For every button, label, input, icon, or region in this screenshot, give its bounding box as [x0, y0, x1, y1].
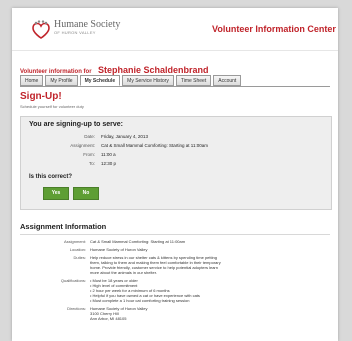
- assignment-heading: Assignment Information: [20, 222, 107, 231]
- center-title: Volunteer Information Center: [212, 24, 336, 34]
- detail-label: Date:: [84, 134, 95, 139]
- tab-account[interactable]: Account: [213, 75, 242, 86]
- tab-time-sheet[interactable]: Time Sheet: [175, 75, 212, 86]
- page-title: Sign-Up!: [20, 91, 62, 102]
- volunteer-name: Stephanie Schaldenbrand: [98, 65, 209, 75]
- detail-row-to: To: 12:30 p: [21, 161, 331, 169]
- detail-value: 11:00 a: [101, 152, 116, 157]
- duties-line: more about the animals in our shelter.: [90, 270, 157, 275]
- confirm-question: Is this correct?: [29, 174, 73, 180]
- tab-my-profile[interactable]: My Profile: [45, 75, 78, 86]
- detail-row-from: From: 11:00 a: [21, 152, 331, 160]
- directions-label: Directions:: [67, 306, 86, 311]
- assignment-label: Assignment:: [63, 239, 86, 244]
- qualifications-label: Qualifications:: [60, 278, 86, 283]
- assignment-divider: [20, 234, 330, 235]
- location-label: Location:: [69, 247, 86, 252]
- detail-value: Friday, January 4, 2013: [101, 134, 148, 139]
- qualification-item: • Must complete a 1 hour cat comforting …: [90, 298, 190, 303]
- tab-my-schedule[interactable]: My Schedule: [79, 75, 121, 86]
- paw-heart-logo-icon: [32, 20, 50, 39]
- no-button[interactable]: No: [73, 187, 99, 200]
- detail-row-assignment: Assignment: Cat & Small Mammal Comfortin…: [21, 143, 331, 151]
- detail-value: 12:30 p: [101, 161, 117, 166]
- detail-row-date: Date: Friday, January 4, 2013: [21, 134, 331, 142]
- detail-label: Assignment:: [70, 143, 95, 148]
- main-tabs: Home My Profile My Schedule My Service H…: [20, 75, 242, 86]
- confirmation-heading: You are signing-up to serve:: [29, 121, 123, 128]
- detail-value: Cat & Small Mammal Comforting: Starting …: [101, 143, 208, 148]
- tab-home[interactable]: Home: [20, 75, 44, 86]
- org-name: Humane Society: [54, 19, 121, 30]
- tab-divider: [20, 86, 330, 87]
- duties-label: Duties:: [73, 255, 86, 260]
- org-subtitle: OF HURON VALLEY: [54, 30, 96, 35]
- tab-my-service-history[interactable]: My Service History: [122, 75, 174, 86]
- detail-label: To:: [88, 161, 95, 166]
- page: Humane Society OF HURON VALLEY Volunteer…: [12, 8, 338, 341]
- page-subtitle: Schedule yourself for volunteer duty: [20, 104, 84, 109]
- site-header: Humane Society OF HURON VALLEY Volunteer…: [12, 8, 338, 51]
- detail-label: From:: [83, 152, 95, 157]
- confirmation-panel: You are signing-up to serve: Date: Frida…: [20, 116, 332, 210]
- yes-button[interactable]: Yes: [43, 187, 69, 200]
- assignment-value: Cat & Small Mammal Comforting: Starting …: [90, 239, 186, 244]
- directions-line: Ann Arbor, MI 48105: [90, 316, 127, 321]
- location-value: Humane Society of Huron Valley: [90, 247, 148, 252]
